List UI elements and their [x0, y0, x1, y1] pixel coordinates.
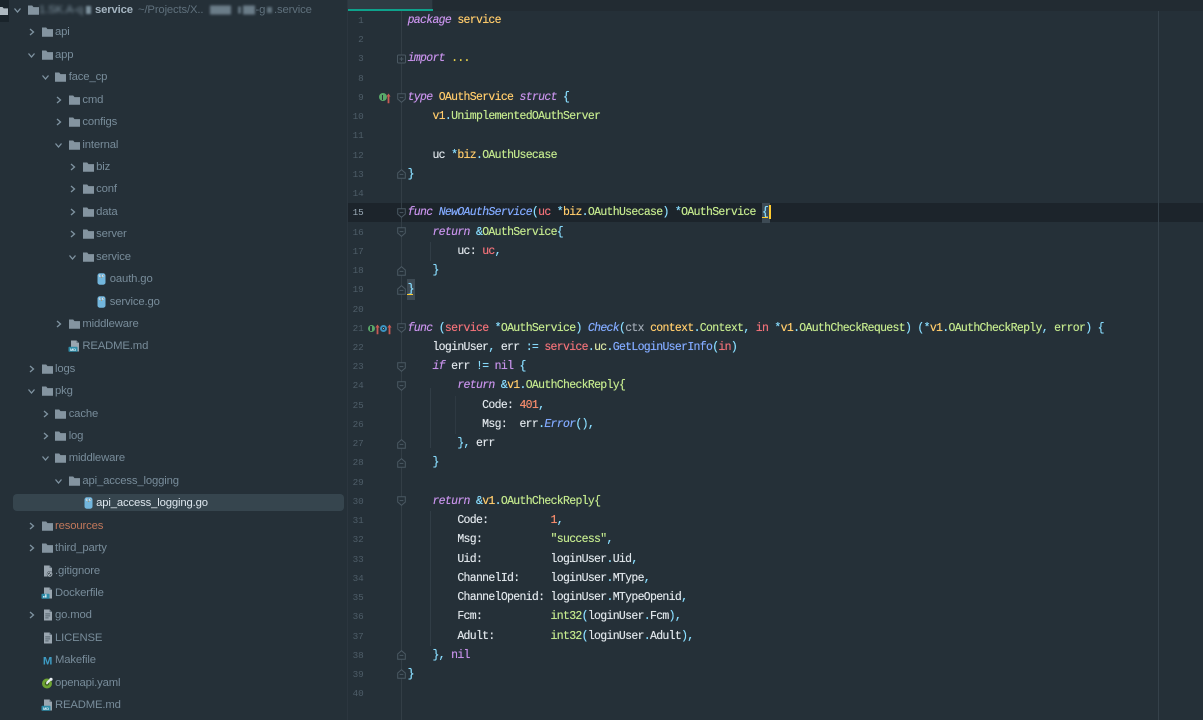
svg-text:M: M [42, 656, 51, 667]
svg-text:MD: MD [43, 706, 49, 711]
svg-text:MD: MD [70, 347, 76, 352]
